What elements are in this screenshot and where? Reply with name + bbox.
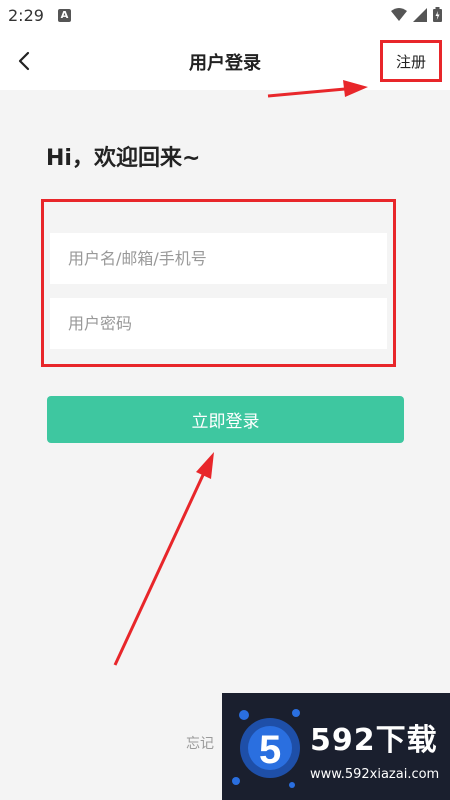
- greeting-heading: Hi，欢迎回来~: [46, 146, 201, 171]
- watermark-url: www.592xiazai.com: [310, 767, 440, 782]
- arrow-to-login: [113, 452, 214, 666]
- battery-icon: [433, 7, 442, 22]
- notification-icon: A: [58, 9, 71, 22]
- login-form-highlight: [41, 199, 396, 367]
- forgot-password-link[interactable]: 忘记: [186, 733, 214, 753]
- status-bar: 2:29 A: [0, 0, 450, 32]
- svg-text:5: 5: [259, 728, 281, 772]
- watermark-logo: 5 592下载 www.592xiazai.com: [222, 693, 450, 800]
- watermark-emblem-icon: 5: [232, 709, 300, 788]
- password-input[interactable]: [50, 298, 387, 349]
- register-button[interactable]: 注册: [380, 40, 442, 82]
- username-input[interactable]: [50, 233, 387, 284]
- login-button[interactable]: 立即登录: [47, 396, 404, 443]
- app-header: 用户登录 注册: [0, 32, 450, 90]
- status-time: 2:29: [8, 6, 44, 25]
- signal-icon: [413, 7, 427, 22]
- watermark-brand: 592下载: [310, 723, 438, 758]
- status-icons: [391, 7, 442, 22]
- wifi-icon: [391, 7, 407, 21]
